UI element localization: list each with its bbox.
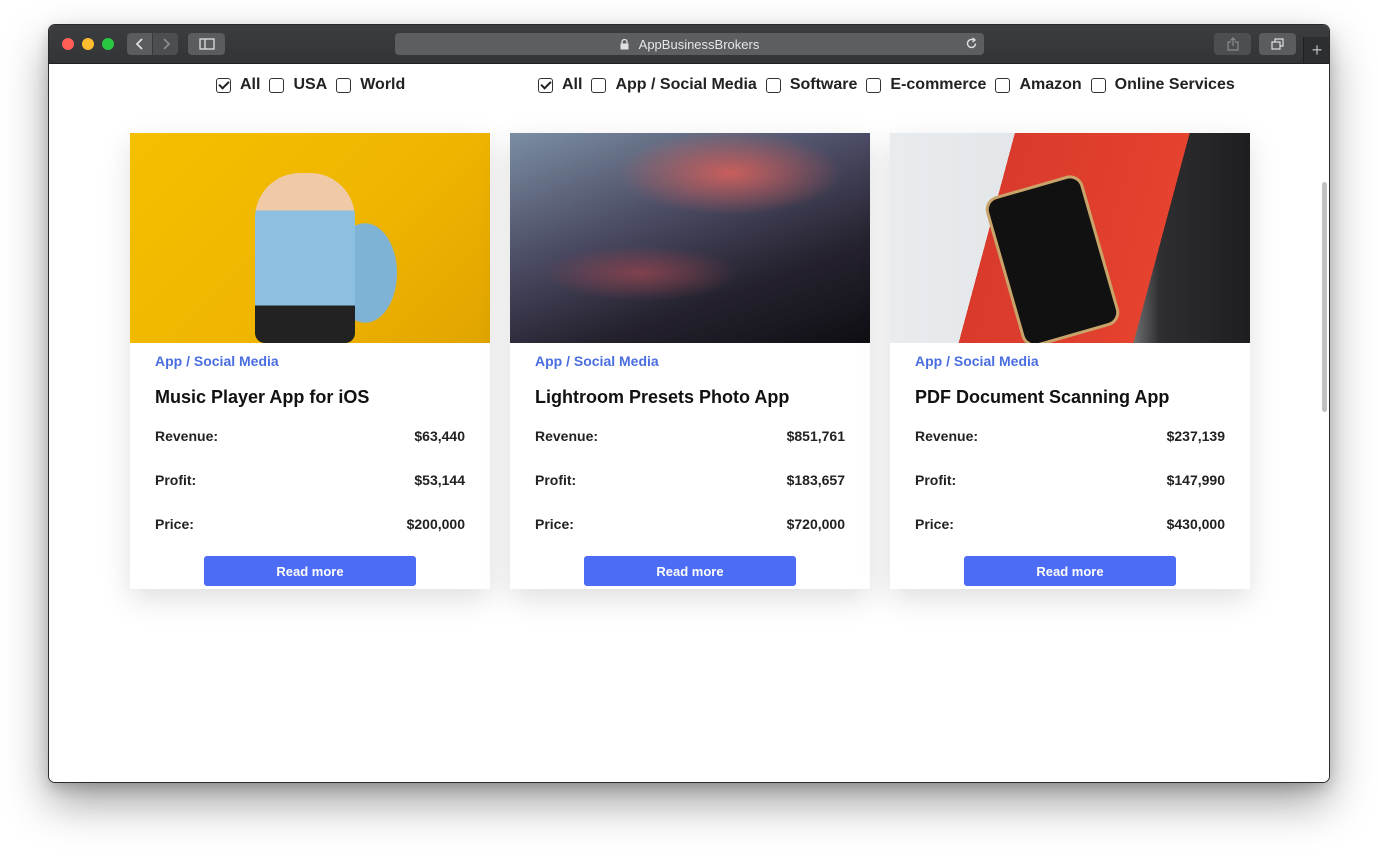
listing-title[interactable]: Lightroom Presets Photo App [535, 387, 845, 409]
phone-on-notebook-image [982, 172, 1123, 343]
plus-icon: + [1311, 40, 1323, 60]
price-value: $720,000 [786, 516, 845, 532]
read-more-button[interactable]: Read more [584, 556, 796, 586]
forward-button[interactable] [153, 33, 178, 55]
region-option-usa[interactable]: USA [269, 76, 327, 94]
price-value: $200,000 [406, 516, 465, 532]
revenue-value: $63,440 [414, 428, 465, 444]
revenue-label: Revenue: [915, 428, 979, 444]
category-option-app-social-media[interactable]: App / Social Media [591, 76, 757, 94]
region-usa-label: USA [293, 76, 328, 93]
listing-image[interactable] [130, 133, 490, 343]
revenue-value: $237,139 [1166, 428, 1225, 444]
region-option-all[interactable]: All [216, 76, 260, 94]
category-ecommerce-checkbox[interactable] [866, 77, 882, 93]
new-tab-button[interactable]: + [1303, 37, 1329, 63]
region-option-world[interactable]: World [336, 76, 405, 94]
region-world-checkbox[interactable] [336, 77, 352, 93]
share-icon [1226, 37, 1239, 51]
sidebar-icon [198, 38, 215, 50]
listing-card: App / Social Media Lightroom Presets Pho… [510, 133, 870, 589]
category-option-all[interactable]: All [538, 76, 582, 94]
region-filter: All USA World [216, 76, 414, 94]
revenue-label: Revenue: [155, 428, 219, 444]
listing-title[interactable]: PDF Document Scanning App [915, 387, 1225, 409]
lock-icon [620, 38, 629, 50]
maximize-window-button[interactable] [102, 38, 114, 50]
sidebar-toggle-button[interactable] [188, 33, 225, 55]
price-value: $430,000 [1166, 516, 1225, 532]
price-label: Price: [535, 516, 574, 532]
revenue-row: Revenue: $237,139 [915, 428, 1225, 444]
category-filter: All App / Social Media Software E-commer… [538, 76, 1244, 94]
category-software-label: Software [789, 76, 858, 93]
share-button[interactable] [1214, 33, 1251, 55]
person-with-headphones-image [255, 173, 355, 343]
category-all-checkbox[interactable] [538, 77, 553, 93]
category-app-social-media-label: App / Social Media [615, 76, 757, 93]
region-world-label: World [360, 76, 406, 93]
price-row: Price: $200,000 [155, 516, 465, 532]
price-row: Price: $430,000 [915, 516, 1225, 532]
tabs-icon [1271, 38, 1284, 50]
profit-label: Profit: [535, 472, 577, 488]
category-option-software[interactable]: Software [765, 76, 858, 94]
listing-category[interactable]: App / Social Media [155, 353, 465, 369]
listing-card: App / Social Media Music Player App for … [130, 133, 490, 589]
price-row: Price: $720,000 [535, 516, 845, 532]
profit-label: Profit: [915, 472, 957, 488]
profit-value: $53,144 [414, 472, 465, 488]
category-all-label: All [562, 76, 583, 93]
region-usa-checkbox[interactable] [269, 77, 285, 93]
address-bar[interactable]: AppBusinessBrokers [395, 33, 984, 55]
back-icon [135, 38, 143, 50]
minimize-window-button[interactable] [82, 38, 94, 50]
read-more-button[interactable]: Read more [204, 556, 416, 586]
revenue-row: Revenue: $63,440 [155, 428, 465, 444]
browser-titlebar: AppBusinessBrokers + [49, 25, 1329, 64]
listing-category[interactable]: App / Social Media [915, 353, 1225, 369]
forward-icon [162, 38, 170, 50]
listing-image[interactable] [890, 133, 1250, 343]
page-content: All USA World All App / Social Media Sof… [49, 64, 1329, 782]
revenue-row: Revenue: $851,761 [535, 428, 845, 444]
category-option-online-services[interactable]: Online Services [1090, 76, 1235, 94]
price-label: Price: [915, 516, 954, 532]
price-label: Price: [155, 516, 194, 532]
category-option-ecommerce[interactable]: E-commerce [866, 76, 986, 94]
profit-row: Profit: $183,657 [535, 472, 845, 488]
profit-label: Profit: [155, 472, 197, 488]
category-online-services-checkbox[interactable] [1090, 77, 1106, 93]
profit-row: Profit: $147,990 [915, 472, 1225, 488]
show-tabs-button[interactable] [1259, 33, 1296, 55]
category-online-services-label: Online Services [1114, 76, 1235, 93]
listing-card: App / Social Media PDF Document Scanning… [890, 133, 1250, 589]
category-ecommerce-label: E-commerce [890, 76, 987, 93]
listing-title[interactable]: Music Player App for iOS [155, 387, 465, 409]
category-amazon-checkbox[interactable] [995, 77, 1011, 93]
category-software-checkbox[interactable] [765, 77, 781, 93]
region-all-label: All [240, 76, 261, 93]
category-amazon-label: Amazon [1019, 76, 1082, 93]
read-more-button[interactable]: Read more [964, 556, 1176, 586]
region-all-checkbox[interactable] [216, 77, 231, 93]
revenue-label: Revenue: [535, 428, 599, 444]
back-button[interactable] [127, 33, 152, 55]
category-app-social-media-checkbox[interactable] [591, 77, 607, 93]
address-text: AppBusinessBrokers [638, 36, 760, 52]
profit-value: $147,990 [1166, 472, 1225, 488]
profit-row: Profit: $53,144 [155, 472, 465, 488]
listing-category[interactable]: App / Social Media [535, 353, 845, 369]
reload-icon[interactable] [965, 37, 978, 50]
browser-window: AppBusinessBrokers + All USA World All A… [49, 25, 1329, 782]
vertical-scrollbar[interactable] [1322, 182, 1327, 412]
revenue-value: $851,761 [786, 428, 845, 444]
close-window-button[interactable] [62, 38, 74, 50]
profit-value: $183,657 [786, 472, 845, 488]
category-option-amazon[interactable]: Amazon [995, 76, 1082, 94]
listing-image[interactable] [510, 133, 870, 343]
